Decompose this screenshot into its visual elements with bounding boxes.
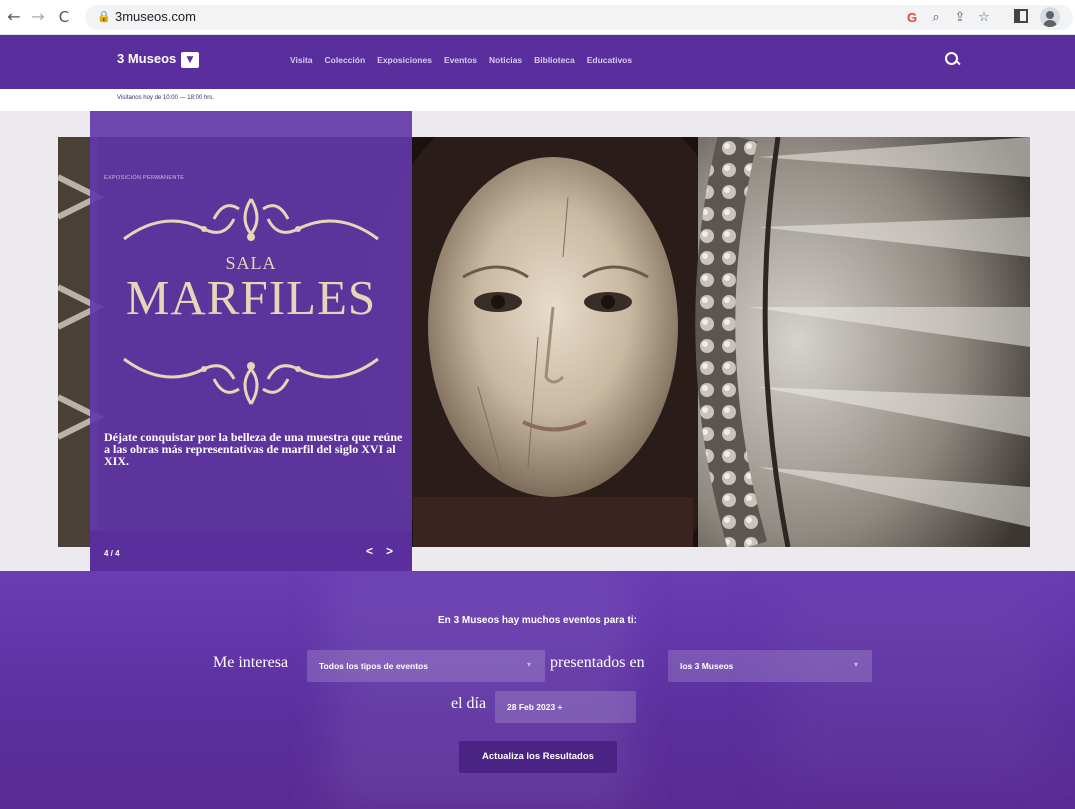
nav-item-coleccion[interactable]: Colección [325,55,366,65]
chevron-down-icon: ▾ [526,660,531,669]
opening-hours: Visítanos hoy de 10:00 — 18:00 hrs. [117,95,214,101]
lock-icon[interactable]: 🔒 [97,10,111,24]
site-header: 3 Museos ▼ Visita Colección Exposiciones… [0,35,1075,89]
side-panel-icon[interactable] [1014,9,1028,23]
update-results-button[interactable]: Actualiza los Resultados [459,741,617,773]
brand-logo[interactable]: 3 Museos [117,51,176,66]
reload-icon[interactable]: C [54,7,74,27]
date-picker[interactable]: 28 Feb 2023 + [495,691,636,723]
events-heading: En 3 Museos hay muchos eventos para ti: [438,615,637,626]
bookmark-star-icon[interactable]: ☆ [975,9,993,27]
browser-toolbar: ← → C 🔒 3museos.com G ⌕ ⇪ ☆ [0,0,1075,35]
nav-item-visita[interactable]: Visita [290,55,313,65]
google-lens-icon[interactable]: G [903,9,921,27]
zoom-icon[interactable]: ⌕ [927,9,945,27]
slide-title: MARFILES [125,270,377,325]
background-decoration [330,571,630,809]
main-nav: Visita Colección Exposiciones Eventos No… [290,55,632,65]
event-type-select[interactable]: Todos los tipos de eventos ▾ [307,650,545,682]
presented-label: presentados en [550,654,645,671]
chevron-down-icon: ▾ [853,660,858,669]
back-icon[interactable]: ← [4,7,24,27]
slide-description: Déjate conquistar por la belleza de una … [104,430,403,468]
event-type-value: Todos los tipos de eventos [319,661,428,671]
share-icon[interactable]: ⇪ [951,9,969,27]
slide-eyebrow: EXPOSICIÓN PERMANENTE [104,175,185,181]
url-text[interactable]: 3museos.com [115,9,196,24]
date-value: 28 Feb 2023 + [507,702,563,712]
slide-footer: 4 / 4 < > [90,531,412,571]
address-bar[interactable]: 🔒 3museos.com G ⌕ ⇪ ☆ [85,5,1073,30]
slide-next-button[interactable]: > [386,544,393,558]
profile-icon[interactable] [1040,7,1060,27]
interest-label: Me interesa [213,654,289,671]
forward-icon[interactable]: → [28,7,48,27]
nav-item-noticias[interactable]: Noticias [489,55,522,65]
day-label: el día [451,695,487,712]
update-results-label: Actualiza los Resultados [482,751,594,762]
search-icon[interactable] [944,51,962,69]
museum-value: los 3 Museos [680,661,734,671]
slide-prev-button[interactable]: < [366,544,373,558]
chevron-down-icon[interactable]: ▼ [181,52,199,68]
nav-item-exposiciones[interactable]: Exposiciones [377,55,432,65]
events-filter: En 3 Museos hay muchos eventos para ti: … [0,571,1075,809]
nav-item-educativos[interactable]: Educativos [587,55,632,65]
nav-item-eventos[interactable]: Eventos [444,55,477,65]
hours-bar: Visítanos hoy de 10:00 — 18:00 hrs. [0,89,1075,111]
nav-item-biblioteca[interactable]: Biblioteca [534,55,575,65]
slide-counter: 4 / 4 [104,549,120,558]
slide-card[interactable]: EXPOSICIÓN PERMANENTE SALA MARFILES Déja… [90,111,412,531]
museum-select[interactable]: los 3 Museos ▾ [668,650,872,682]
